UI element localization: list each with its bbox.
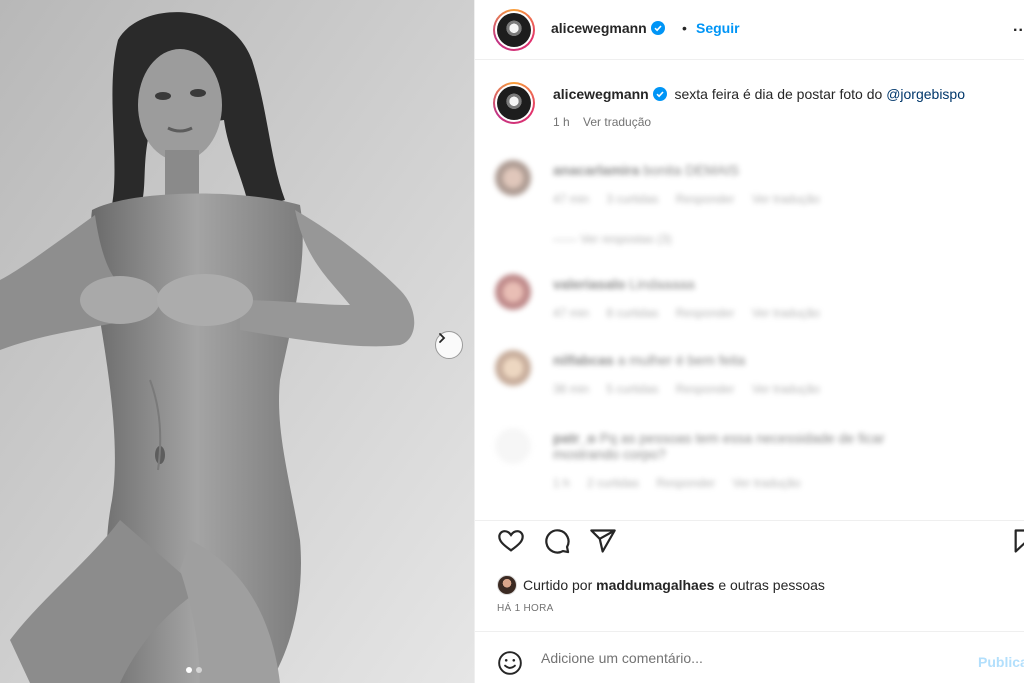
caption-avatar[interactable] — [493, 82, 535, 124]
caption-username[interactable]: alicewegmann — [553, 86, 649, 102]
comment-likes[interactable]: 3 curtidas — [606, 192, 658, 206]
author-avatar[interactable] — [493, 9, 535, 51]
carousel-next-button[interactable] — [435, 331, 463, 359]
heart-icon — [498, 530, 524, 552]
comment-age: 47 min — [553, 192, 590, 206]
author-username[interactable]: alicewegmann — [551, 20, 647, 36]
action-bar — [475, 520, 1024, 560]
add-comment-bar: Publicar — [475, 631, 1024, 683]
comment-likes[interactable]: 5 curtidas — [606, 382, 658, 396]
follow-button[interactable]: Seguir — [696, 20, 740, 36]
save-button[interactable] — [1011, 527, 1024, 560]
comments-list: anacarlamira bonita DEMAIS 47 min 3 curt… — [475, 150, 1024, 530]
carousel-dot — [196, 667, 202, 673]
caption-meta: 1 h Ver tradução — [553, 115, 661, 129]
comment-text: bonita DEMAIS — [643, 162, 740, 178]
post-header: alicewegmann • Seguir .. — [475, 0, 1024, 60]
publish-button[interactable]: Publicar — [978, 654, 1024, 670]
like-button[interactable] — [497, 527, 525, 560]
comment-reply-button[interactable]: Responder — [676, 306, 735, 320]
carousel-dot-active — [186, 667, 192, 673]
comment-avatar[interactable] — [495, 160, 531, 196]
comment-translate-link[interactable]: Ver tradução — [752, 192, 820, 206]
comment-reply-button[interactable]: Responder — [656, 476, 715, 490]
comment-translate-link[interactable]: Ver tradução — [752, 382, 820, 396]
comment-text: Lindaaaaa — [629, 276, 695, 292]
comment-age: 47 min — [553, 306, 590, 320]
caption-mention-link[interactable]: @jorgebispo — [886, 86, 965, 102]
post-timestamp: HÁ 1 HORA — [497, 603, 554, 614]
comment-translate-link[interactable]: Ver tradução — [732, 476, 800, 490]
likes-suffix[interactable]: e outras pessoas — [718, 577, 825, 593]
comment-reply-button[interactable]: Responder — [676, 382, 735, 396]
comment-text: Pq as pessoas tem essa necessidade de fi… — [553, 430, 885, 462]
emoji-button[interactable] — [497, 650, 523, 681]
comment-age: 38 min — [553, 382, 590, 396]
carousel-indicator — [186, 667, 202, 673]
comment-username[interactable]: patr_o — [553, 430, 596, 446]
comment-avatar[interactable] — [495, 350, 531, 386]
comment-avatar[interactable] — [495, 428, 531, 464]
see-translation-link[interactable]: Ver tradução — [583, 115, 651, 129]
chevron-right-icon — [439, 333, 446, 343]
caption-text: sexta feira é dia de postar foto do — [674, 86, 883, 102]
comment-button[interactable] — [543, 527, 571, 560]
verified-badge-icon — [652, 87, 667, 101]
comment-reply-button[interactable]: Responder — [676, 192, 735, 206]
separator-dot: • — [682, 20, 687, 36]
share-icon — [590, 529, 616, 553]
emoji-icon — [498, 651, 522, 675]
comment-translate-link[interactable]: Ver tradução — [752, 306, 820, 320]
view-replies-link[interactable]: —— Ver respostas (3) — [553, 232, 672, 246]
comment-username[interactable]: valeriasalo — [553, 276, 625, 292]
comment-avatar[interactable] — [495, 274, 531, 310]
caption-age: 1 h — [553, 115, 570, 129]
more-options-button[interactable]: .. — [1013, 18, 1024, 36]
comment-likes[interactable]: 2 curtidas — [587, 476, 639, 490]
comment-icon — [545, 529, 570, 554]
bookmark-icon — [1014, 529, 1024, 553]
post-photo — [0, 0, 474, 683]
post-panel: alicewegmann • Seguir .. alicewegmann se… — [474, 0, 1024, 683]
liker-avatar[interactable] — [497, 575, 517, 595]
share-button[interactable] — [589, 527, 617, 560]
comment-age: 1 h — [553, 476, 570, 490]
verified-badge-icon — [651, 21, 666, 35]
caption-line: alicewegmann sexta feira é dia de postar… — [553, 86, 965, 102]
comment-username[interactable]: anacarlamira — [553, 162, 639, 178]
view-replies-label[interactable]: Ver respostas (3) — [580, 232, 671, 246]
comment-input[interactable] — [541, 650, 961, 666]
comment-likes[interactable]: 8 curtidas — [606, 306, 658, 320]
author-link[interactable]: alicewegmann — [551, 20, 666, 38]
liker-username[interactable]: maddumagalhaes — [596, 577, 714, 593]
comment-username[interactable]: nilfabcas — [553, 352, 614, 368]
likes-prefix: Curtido por — [523, 577, 593, 593]
comment-text: a mulher é bem feita — [617, 352, 746, 368]
post-media[interactable] — [0, 0, 474, 683]
likes-summary[interactable]: Curtido por maddumagalhaes e outras pess… — [497, 575, 825, 595]
